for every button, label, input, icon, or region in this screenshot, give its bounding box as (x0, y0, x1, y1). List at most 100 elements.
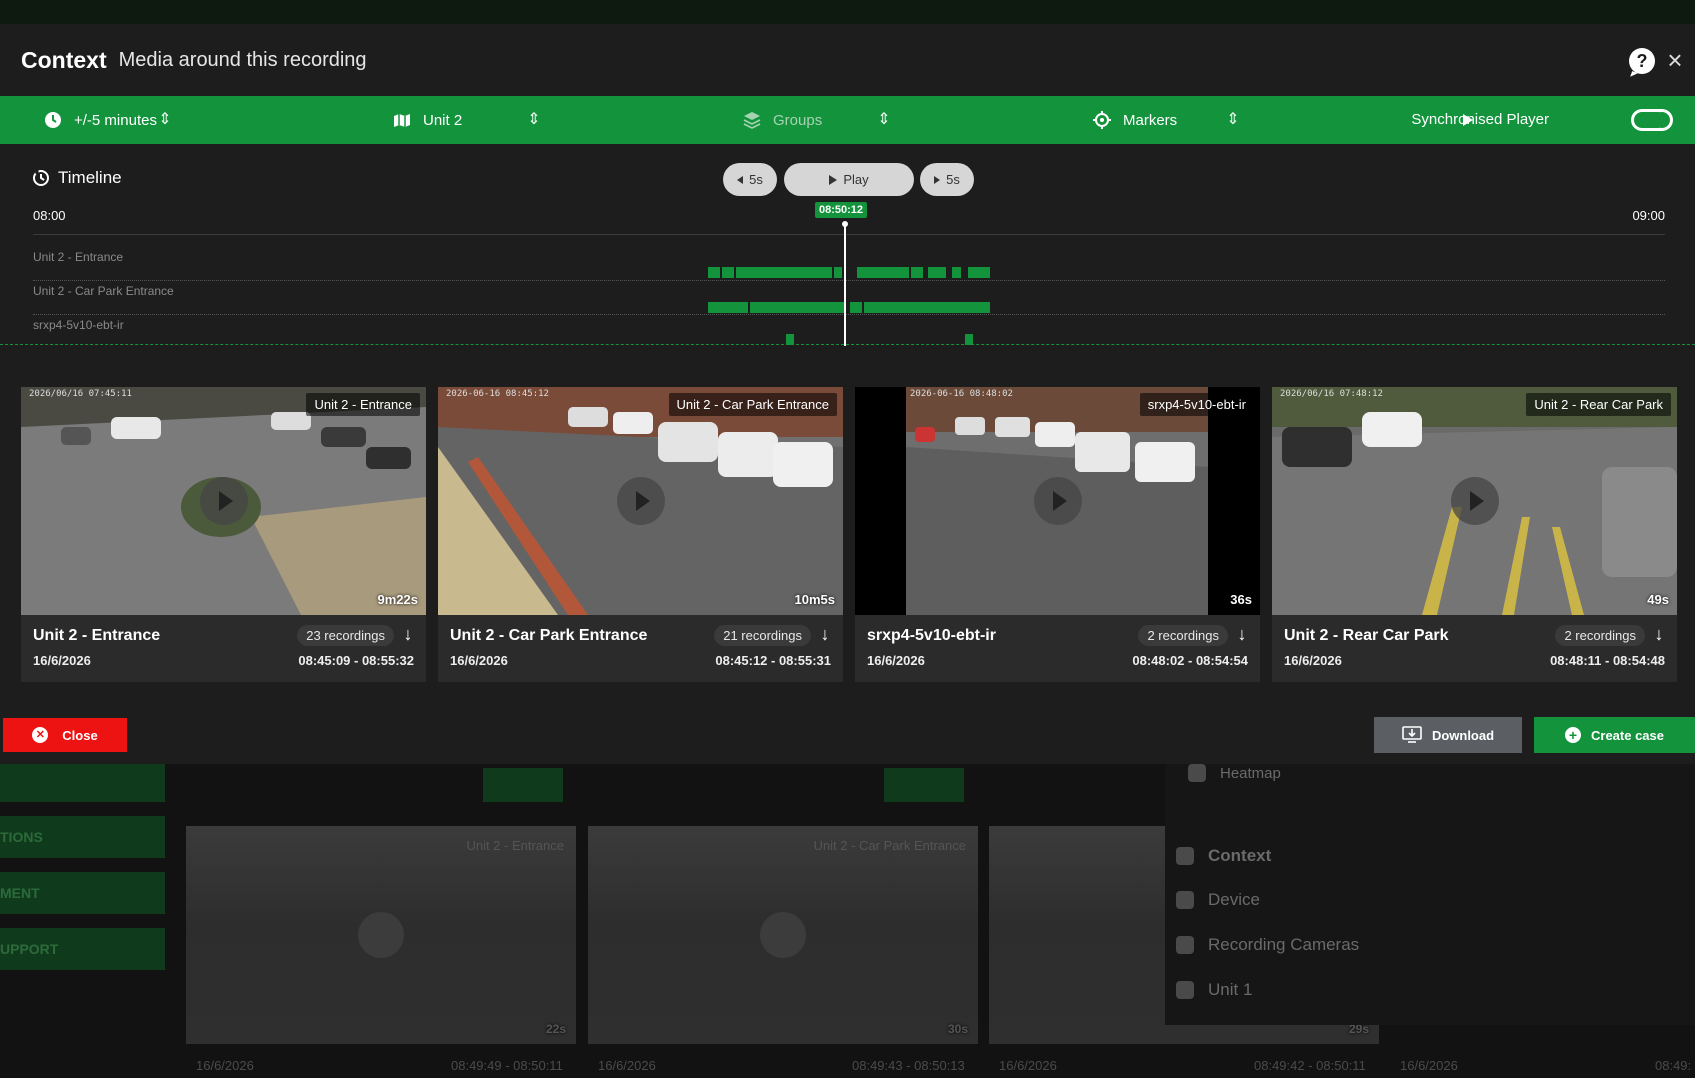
create-case-button-label: Create case (1591, 727, 1664, 743)
card-time-range: 08:48:02 - 08:54:54 (1132, 653, 1248, 668)
recording-segment[interactable] (736, 267, 832, 278)
groups-filter[interactable]: Groups (743, 96, 822, 144)
play-button[interactable]: Play (784, 163, 914, 196)
camera-timestamp: 2026/06/16 07:45:11 (29, 389, 132, 399)
media-card[interactable]: 2026-06-16 08:48:02 srxp4-5v10-ebt-ir 36… (855, 387, 1260, 682)
video-thumbnail[interactable]: 2026/06/16 07:45:11 Unit 2 - Entrance 9m… (21, 387, 426, 615)
background-arrow-button (884, 768, 964, 802)
caret-right-icon (934, 175, 941, 184)
drag-handle-icon[interactable]: ⇕ (1226, 110, 1240, 130)
background-sidebar-button: TIONS (0, 816, 165, 858)
play-icon[interactable] (1450, 477, 1499, 525)
background-heatmap-label: Heatmap (1220, 764, 1281, 782)
help-icon[interactable]: ? (1629, 48, 1655, 74)
camera-label: srxp4-5v10-ebt-ir (1139, 393, 1254, 416)
media-card[interactable]: 2026-06-16 08:45:12 Unit 2 - Car Park En… (438, 387, 843, 682)
close-button[interactable]: ✕ Close (3, 718, 127, 752)
recording-segment[interactable] (834, 267, 842, 278)
download-arrow-icon[interactable]: ↓ (817, 623, 833, 645)
background-card-duration: 22s (545, 1022, 566, 1036)
sync-player-toggle[interactable] (1631, 109, 1673, 131)
background-panel-item: Recording Cameras (1176, 935, 1359, 955)
background-card-label: Unit 2 - Entrance (466, 838, 564, 853)
skip-forward-button[interactable]: 5s (920, 163, 974, 196)
download-arrow-icon[interactable]: ↓ (1651, 623, 1667, 645)
background-panel-item-label: Unit 1 (1208, 980, 1253, 999)
background-card: Unit 2 - Car Park Entrance 30s (588, 826, 978, 1044)
recording-segment[interactable] (708, 302, 748, 313)
background-arrow-button (483, 768, 563, 802)
background-topbar (0, 0, 1695, 24)
media-card[interactable]: 2026/06/16 07:48:12 Unit 2 - Rear Car Pa… (1272, 387, 1677, 682)
camera-icon (1176, 891, 1194, 909)
camera-timestamp: 2026-06-16 08:45:12 (446, 389, 549, 399)
recording-segment[interactable] (928, 267, 946, 278)
download-monitor-icon (1402, 726, 1422, 743)
recordings-count-badge[interactable]: 2 recordings (1555, 625, 1645, 646)
layers-icon (743, 112, 761, 129)
timeline-current-time: 08:50:12 (815, 202, 868, 218)
background-card-date: 16/6/2026 (196, 1058, 254, 1073)
recording-segment[interactable] (750, 302, 844, 313)
plus-circle-icon: + (1565, 727, 1581, 743)
play-icon[interactable] (1033, 477, 1082, 525)
play-icon[interactable] (616, 477, 665, 525)
unit-filter[interactable]: Unit 2 (393, 96, 462, 144)
camera-timestamp: 2026/06/16 07:48:12 (1280, 389, 1383, 399)
play-icon[interactable] (199, 477, 248, 525)
background-card-date: 16/6/2026 (1400, 1058, 1458, 1073)
background-sidebar-button: UPPORT (0, 928, 165, 970)
download-arrow-icon[interactable]: ↓ (400, 623, 416, 645)
timeline-playhead[interactable] (842, 221, 848, 346)
caret-left-icon (737, 175, 744, 184)
time-range-filter[interactable]: +/-5 minutes (44, 96, 157, 144)
background-card-date: 16/6/2026 (999, 1058, 1057, 1073)
background-card: Unit 2 - Entrance 22s (186, 826, 576, 1044)
video-thumbnail[interactable]: 2026/06/16 07:48:12 Unit 2 - Rear Car Pa… (1272, 387, 1677, 615)
background-card-time: 08:49:42 - 08:50:11 (1254, 1058, 1366, 1073)
recording-segment[interactable] (708, 267, 720, 278)
recordings-count-badge[interactable]: 2 recordings (1138, 625, 1228, 646)
background-panel-item-label: Device (1208, 890, 1260, 909)
recording-segment[interactable] (968, 267, 990, 278)
background-sidebar: TIONS MENT UPPORT (0, 760, 165, 984)
markers-filter[interactable]: Markers (1093, 96, 1177, 144)
create-case-button[interactable]: + Create case (1534, 717, 1695, 753)
recording-segment[interactable] (911, 267, 923, 278)
video-duration: 36s (1230, 592, 1252, 607)
drag-handle-icon[interactable]: ⇕ (158, 110, 172, 130)
recording-segment[interactable] (850, 302, 862, 313)
timeline-title-label: Timeline (58, 168, 122, 187)
drag-handle-icon[interactable]: ⇕ (877, 110, 891, 130)
card-time-range: 08:45:12 - 08:55:31 (715, 653, 831, 668)
recording-segment[interactable] (952, 267, 961, 278)
close-icon[interactable]: × (1665, 44, 1685, 76)
track-label: Unit 2 - Car Park Entrance (33, 284, 174, 298)
timeline-title: Timeline (32, 168, 122, 188)
recording-segment[interactable] (722, 267, 734, 278)
camera-label: Unit 2 - Car Park Entrance (668, 393, 837, 416)
track-label: Unit 2 - Entrance (33, 250, 124, 264)
video-thumbnail[interactable]: 2026-06-16 08:48:02 srxp4-5v10-ebt-ir 36… (855, 387, 1260, 615)
recording-segment[interactable] (864, 302, 990, 313)
track-divider (33, 314, 1665, 315)
skip-back-button[interactable]: 5s (723, 163, 777, 196)
background-panel-item-label: Recording Cameras (1208, 935, 1360, 954)
media-card[interactable]: 2026/06/16 07:45:11 Unit 2 - Entrance 9m… (21, 387, 426, 682)
recordings-count-badge[interactable]: 21 recordings (714, 625, 811, 646)
groups-label: Groups (773, 111, 823, 129)
camera-timestamp: 2026-06-16 08:48:02 (910, 389, 1013, 399)
card-date: 16/6/2026 (33, 653, 91, 668)
background-panel-item: Unit 1 (1176, 980, 1252, 1000)
video-thumbnail[interactable]: 2026-06-16 08:45:12 Unit 2 - Car Park En… (438, 387, 843, 615)
skip-forward-label: 5s (946, 172, 960, 187)
card-camera-name: srxp4-5v10-ebt-ir (867, 627, 996, 644)
history-icon (33, 169, 49, 186)
download-button[interactable]: Download (1374, 717, 1522, 753)
download-arrow-icon[interactable]: ↓ (1234, 623, 1250, 645)
recording-segment[interactable] (857, 267, 909, 278)
modal-subtitle: Media around this recording (118, 48, 367, 71)
eye-icon (1176, 847, 1194, 865)
drag-handle-icon[interactable]: ⇕ (527, 110, 541, 130)
recordings-count-badge[interactable]: 23 recordings (297, 625, 394, 646)
